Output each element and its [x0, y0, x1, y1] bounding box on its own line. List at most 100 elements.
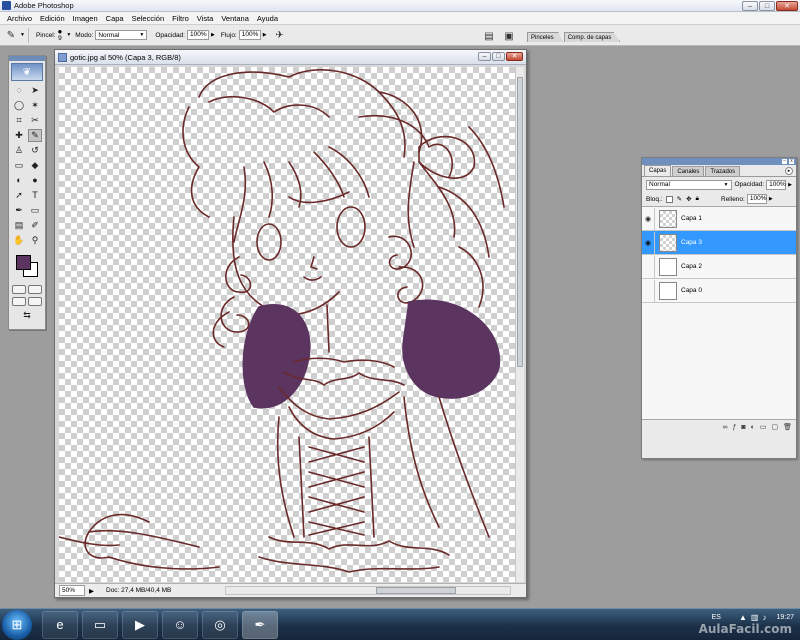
layer-row[interactable]: ◉ Capa 3	[642, 231, 796, 255]
explorer-folder-icon[interactable]: ▭	[82, 610, 118, 639]
move-tool-icon[interactable]: ➤	[28, 84, 42, 97]
show-hidden-icon[interactable]: ▲	[739, 613, 747, 622]
lock-move-icon[interactable]: ✥	[686, 195, 691, 203]
quick-mask-button[interactable]	[28, 285, 42, 294]
menu-archivo[interactable]: Archivo	[3, 14, 36, 23]
brush-tool-preset-icon[interactable]: ✎	[4, 28, 18, 42]
layer-opacity-input[interactable]: 100%	[766, 179, 787, 190]
toolbox-header[interactable]	[9, 56, 45, 61]
eye-icon[interactable]: ◉	[642, 207, 655, 230]
chevron-right-icon[interactable]: ▶	[769, 196, 773, 202]
menu-filtro[interactable]: Filtro	[168, 14, 193, 23]
volume-icon[interactable]: ♪	[762, 613, 766, 622]
fill-input[interactable]: 100%	[746, 194, 767, 204]
network-icon[interactable]: ▥	[751, 613, 759, 622]
zoom-tool-icon[interactable]: ⚲	[28, 234, 42, 247]
menu-seleccion[interactable]: Selección	[128, 14, 169, 23]
eye-hidden-icon[interactable]	[642, 255, 655, 278]
crop-tool-icon[interactable]: ⌗	[12, 114, 26, 127]
tab-capas[interactable]: Capas	[644, 165, 672, 176]
lock-paint-icon[interactable]: ✎	[677, 195, 682, 203]
notes-tool-icon[interactable]: ▤	[12, 219, 26, 232]
adjustment-layer-icon[interactable]: ◐	[751, 424, 755, 431]
maximize-button[interactable]: □	[759, 1, 775, 11]
chevron-down-icon[interactable]: ▼	[20, 32, 25, 38]
standard-mode-button[interactable]	[12, 285, 26, 294]
shape-tool-icon[interactable]: ▭	[28, 204, 42, 217]
flow-input[interactable]: 100%	[238, 30, 261, 40]
menu-imagen[interactable]: Imagen	[69, 14, 102, 23]
status-menu-icon[interactable]: ▶	[89, 587, 94, 595]
tab-trazados[interactable]: Trazados	[705, 166, 741, 176]
brush-tool-icon[interactable]: ✎	[28, 129, 42, 142]
chevron-right-icon[interactable]: ▶	[211, 32, 215, 38]
link-layers-icon[interactable]: ∞	[722, 424, 727, 431]
trash-icon[interactable]: 🗑︎	[783, 423, 792, 431]
menu-edicion[interactable]: Edición	[36, 14, 69, 23]
layer-mask-icon[interactable]: ◙	[741, 424, 745, 431]
imageready-icon[interactable]: ⇆	[13, 309, 41, 322]
doc-maximize-button[interactable]: □	[492, 52, 505, 61]
horizontal-scroll-thumb[interactable]	[376, 587, 456, 594]
chevron-right-icon[interactable]: ▶	[263, 32, 267, 38]
layers-panel-header[interactable]: – x	[642, 158, 796, 165]
pen-tool-icon[interactable]: ✒	[12, 204, 26, 217]
tab-comp-capas[interactable]: Comp. de capas	[563, 32, 621, 42]
layer-row[interactable]: Capa 2	[642, 255, 796, 279]
bridge-icon[interactable]: ▣	[502, 29, 516, 43]
opacity-input[interactable]: 100%	[186, 30, 209, 40]
layer-style-icon[interactable]: ƒ	[732, 424, 736, 431]
blend-mode-select[interactable]: Normal ▼	[646, 179, 732, 190]
hand-tool-icon[interactable]: ✋	[12, 234, 26, 247]
lasso-tool-icon[interactable]: ◯	[12, 99, 26, 112]
mode-select[interactable]: Normal ▼	[95, 30, 148, 40]
menu-vista[interactable]: Vista	[193, 14, 218, 23]
adobe-online-icon[interactable]: ❦	[11, 63, 43, 81]
slice-tool-icon[interactable]: ✂	[28, 114, 42, 127]
magic-wand-icon[interactable]: ✶	[28, 99, 42, 112]
type-tool-icon[interactable]: T	[28, 189, 42, 202]
chevron-right-icon[interactable]: ▶	[788, 182, 792, 188]
marquee-tool-icon[interactable]: ◌	[12, 84, 26, 97]
photoshop-taskbar-icon[interactable]: ✒	[242, 610, 278, 639]
media-player-icon[interactable]: ▶	[122, 610, 158, 639]
eye-hidden-icon[interactable]	[642, 279, 655, 302]
tab-pinceles[interactable]: Pinceles	[527, 32, 563, 42]
document-titlebar[interactable]: gotic.jpg al 50% (Capa 3, RGB/8)	[55, 50, 526, 65]
messenger-icon[interactable]: ☺	[162, 610, 198, 639]
menu-ventana[interactable]: Ventana	[217, 14, 253, 23]
airbrush-icon[interactable]: ✈	[273, 28, 287, 42]
brush-picker[interactable]: ● 9	[57, 28, 62, 43]
blur-tool-icon[interactable]: ◐	[12, 174, 26, 187]
menu-capa[interactable]: Capa	[102, 14, 128, 23]
internet-explorer-icon[interactable]: e	[42, 610, 78, 639]
panel-menu-icon[interactable]: ▸	[785, 167, 793, 175]
new-layer-icon[interactable]: ▢	[771, 423, 778, 431]
start-button[interactable]: ⊞	[2, 609, 32, 640]
image-canvas[interactable]	[59, 67, 515, 582]
healing-brush-icon[interactable]: ✚	[12, 129, 26, 142]
eraser-tool-icon[interactable]: ▭	[12, 159, 26, 172]
doc-minimize-button[interactable]: –	[478, 52, 491, 61]
vertical-scrollbar[interactable]	[515, 67, 524, 582]
path-selection-icon[interactable]: ➚	[12, 189, 26, 202]
chevron-down-icon[interactable]: ▼	[66, 32, 71, 38]
panel-close-icon[interactable]: x	[789, 159, 794, 164]
paint-bucket-icon[interactable]: ◆	[28, 159, 42, 172]
eye-icon[interactable]: ◉	[642, 231, 655, 254]
zoom-input[interactable]: 50%	[59, 585, 85, 596]
horizontal-scrollbar[interactable]	[225, 586, 511, 595]
tab-canales[interactable]: Canales	[672, 166, 705, 176]
close-button[interactable]: ✕	[776, 1, 798, 11]
new-group-icon[interactable]: ▭	[760, 423, 767, 431]
layer-row[interactable]: Capa 0	[642, 279, 796, 303]
clone-stamp-icon[interactable]: ♙	[12, 144, 26, 157]
lock-transparency-checkbox[interactable]	[665, 195, 673, 203]
history-brush-icon[interactable]: ↺	[28, 144, 42, 157]
toggle-palette-icon[interactable]: ▤	[482, 29, 496, 43]
chrome-icon[interactable]: ◎	[202, 610, 238, 639]
screen-mode-full[interactable]	[28, 297, 42, 306]
layer-row[interactable]: ◉ Capa 1	[642, 207, 796, 231]
clock[interactable]: 19:27	[776, 613, 794, 622]
screen-mode-standard[interactable]	[12, 297, 26, 306]
